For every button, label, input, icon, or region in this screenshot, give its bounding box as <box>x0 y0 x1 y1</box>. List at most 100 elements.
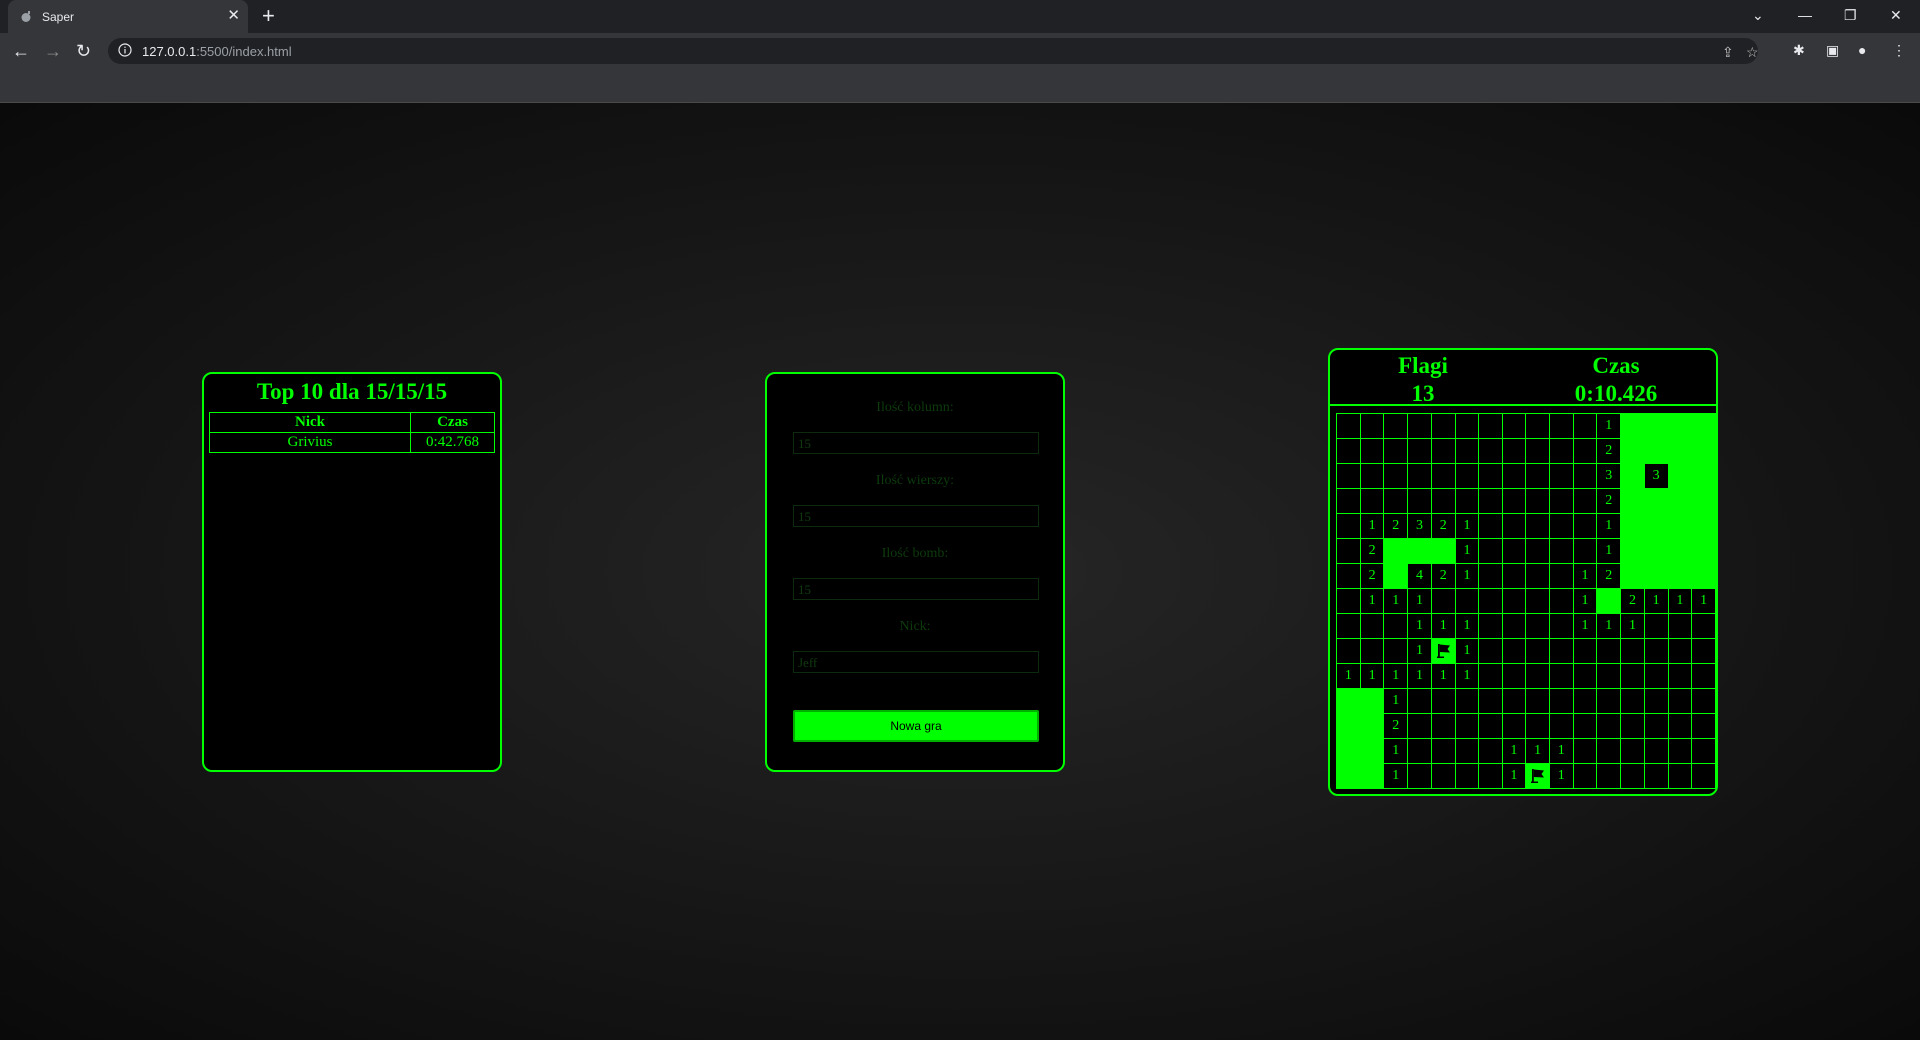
empty-cell[interactable] <box>1454 588 1480 614</box>
empty-cell[interactable] <box>1407 763 1432 789</box>
number-cell[interactable]: 2 <box>1620 588 1645 614</box>
number-cell[interactable]: 1 <box>1691 588 1716 614</box>
unrevealed-cell[interactable] <box>1359 688 1385 714</box>
unrevealed-cell[interactable] <box>1620 563 1645 589</box>
empty-cell[interactable] <box>1596 713 1622 739</box>
empty-cell[interactable] <box>1383 488 1409 514</box>
unrevealed-cell[interactable] <box>1620 463 1645 489</box>
empty-cell[interactable] <box>1548 688 1574 714</box>
number-cell[interactable]: 1 <box>1383 688 1409 714</box>
number-cell[interactable]: 1 <box>1383 763 1409 789</box>
empty-cell[interactable] <box>1620 763 1645 789</box>
empty-cell[interactable] <box>1620 688 1645 714</box>
number-cell[interactable]: 2 <box>1596 563 1622 589</box>
empty-cell[interactable] <box>1572 638 1598 664</box>
unrevealed-cell[interactable] <box>1643 538 1669 564</box>
empty-cell[interactable] <box>1525 513 1550 539</box>
number-cell[interactable]: 1 <box>1430 613 1456 639</box>
number-cell[interactable]: 1 <box>1454 638 1480 664</box>
number-cell[interactable]: 1 <box>1454 613 1480 639</box>
empty-cell[interactable] <box>1572 738 1598 764</box>
empty-cell[interactable] <box>1501 438 1527 464</box>
empty-cell[interactable] <box>1501 563 1527 589</box>
empty-cell[interactable] <box>1643 763 1669 789</box>
empty-cell[interactable] <box>1336 513 1361 539</box>
number-cell[interactable]: 2 <box>1430 513 1456 539</box>
empty-cell[interactable] <box>1643 688 1669 714</box>
number-cell[interactable]: 1 <box>1454 663 1480 689</box>
empty-cell[interactable] <box>1501 613 1527 639</box>
empty-cell[interactable] <box>1525 613 1550 639</box>
unrevealed-cell[interactable] <box>1667 563 1693 589</box>
rows-input[interactable]: 15 <box>793 505 1039 527</box>
empty-cell[interactable] <box>1478 463 1503 489</box>
number-cell[interactable]: 1 <box>1359 663 1385 689</box>
empty-cell[interactable] <box>1596 763 1622 789</box>
unrevealed-cell[interactable] <box>1620 488 1645 514</box>
empty-cell[interactable] <box>1478 613 1503 639</box>
empty-cell[interactable] <box>1454 713 1480 739</box>
number-cell[interactable]: 1 <box>1359 513 1385 539</box>
unrevealed-cell[interactable] <box>1691 538 1716 564</box>
empty-cell[interactable] <box>1572 713 1598 739</box>
unrevealed-cell[interactable] <box>1643 413 1669 439</box>
empty-cell[interactable] <box>1620 738 1645 764</box>
empty-cell[interactable] <box>1691 613 1716 639</box>
bookmark-star-icon[interactable]: ☆ <box>1746 45 1759 59</box>
empty-cell[interactable] <box>1478 538 1503 564</box>
unrevealed-cell[interactable] <box>1336 688 1361 714</box>
empty-cell[interactable] <box>1643 613 1669 639</box>
number-cell[interactable]: 1 <box>1359 588 1385 614</box>
empty-cell[interactable] <box>1454 738 1480 764</box>
unrevealed-cell[interactable] <box>1596 588 1622 614</box>
empty-cell[interactable] <box>1336 563 1361 589</box>
new-game-button[interactable]: Nowa gra <box>793 710 1039 742</box>
empty-cell[interactable] <box>1525 463 1550 489</box>
empty-cell[interactable] <box>1525 638 1550 664</box>
empty-cell[interactable] <box>1501 688 1527 714</box>
empty-cell[interactable] <box>1525 488 1550 514</box>
unrevealed-cell[interactable] <box>1691 463 1716 489</box>
flagged-cell[interactable] <box>1525 763 1550 789</box>
empty-cell[interactable] <box>1336 488 1361 514</box>
empty-cell[interactable] <box>1667 738 1693 764</box>
close-icon[interactable]: ✕ <box>227 6 240 26</box>
number-cell[interactable]: 1 <box>1407 588 1432 614</box>
empty-cell[interactable] <box>1359 413 1385 439</box>
number-cell[interactable]: 1 <box>1525 738 1550 764</box>
number-cell[interactable]: 1 <box>1407 638 1432 664</box>
number-cell[interactable]: 1 <box>1501 738 1527 764</box>
unrevealed-cell[interactable] <box>1383 538 1409 564</box>
empty-cell[interactable] <box>1667 688 1693 714</box>
number-cell[interactable]: 1 <box>1407 663 1432 689</box>
empty-cell[interactable] <box>1478 663 1503 689</box>
empty-cell[interactable] <box>1572 513 1598 539</box>
empty-cell[interactable] <box>1336 438 1361 464</box>
menu-icon[interactable]: ⋮ <box>1892 42 1906 58</box>
empty-cell[interactable] <box>1478 513 1503 539</box>
empty-cell[interactable] <box>1430 688 1456 714</box>
empty-cell[interactable] <box>1501 413 1527 439</box>
empty-cell[interactable] <box>1478 638 1503 664</box>
unrevealed-cell[interactable] <box>1643 513 1669 539</box>
empty-cell[interactable] <box>1548 563 1574 589</box>
empty-cell[interactable] <box>1478 438 1503 464</box>
unrevealed-cell[interactable] <box>1667 438 1693 464</box>
empty-cell[interactable] <box>1620 638 1645 664</box>
empty-cell[interactable] <box>1478 413 1503 439</box>
number-cell[interactable]: 2 <box>1359 538 1385 564</box>
number-cell[interactable]: 1 <box>1596 538 1622 564</box>
number-cell[interactable]: 4 <box>1407 563 1432 589</box>
empty-cell[interactable] <box>1501 538 1527 564</box>
number-cell[interactable]: 1 <box>1667 588 1693 614</box>
number-cell[interactable]: 1 <box>1572 588 1598 614</box>
empty-cell[interactable] <box>1643 638 1669 664</box>
empty-cell[interactable] <box>1691 688 1716 714</box>
empty-cell[interactable] <box>1359 638 1385 664</box>
restore-icon[interactable]: ❐ <box>1844 5 1857 25</box>
empty-cell[interactable] <box>1478 488 1503 514</box>
number-cell[interactable]: 1 <box>1383 738 1409 764</box>
number-cell[interactable]: 2 <box>1383 513 1409 539</box>
empty-cell[interactable] <box>1572 413 1598 439</box>
empty-cell[interactable] <box>1407 463 1432 489</box>
